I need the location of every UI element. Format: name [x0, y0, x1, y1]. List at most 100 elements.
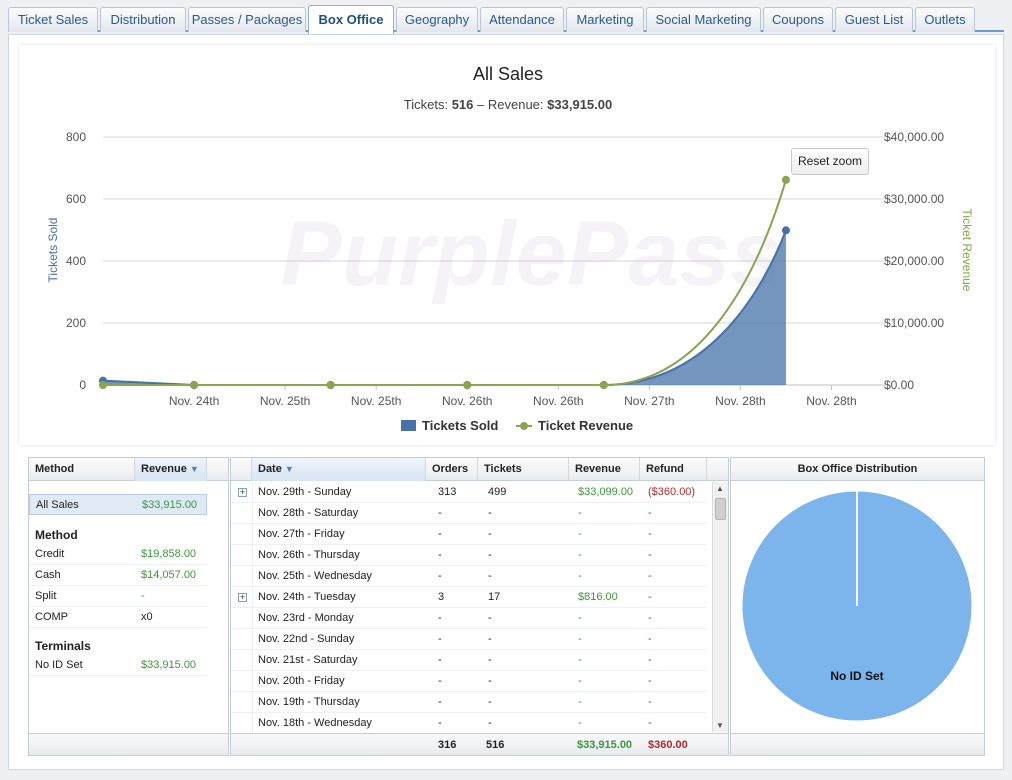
tab-guest-list[interactable]: Guest List — [835, 7, 913, 32]
row-revenue: - — [578, 528, 582, 540]
row-revenue: - — [578, 507, 582, 519]
row-tickets: 499 — [488, 486, 507, 498]
row-date: Nov. 27th - Friday — [258, 528, 345, 540]
table-row[interactable]: Nov. 22nd - Sunday - - - - — [231, 629, 707, 650]
row-revenue: - — [578, 570, 582, 582]
right-tick-label: $10,000.00 — [884, 316, 944, 330]
data-point-ticket-revenue[interactable] — [190, 381, 199, 389]
method-grid: Method Revenue ▼ All Sales $33,915.00 Met… — [28, 457, 229, 756]
terminal-value: $33,915.00 — [141, 659, 197, 671]
row-date: Nov. 19th - Thursday — [258, 696, 360, 708]
date-column-header[interactable]: Date ▼ — [252, 458, 426, 481]
table-row[interactable]: Nov. 27th - Friday - - - - — [231, 524, 707, 545]
method-value: $19,858.00 — [141, 548, 197, 560]
row-date: Nov. 20th - Friday — [258, 675, 345, 687]
row-refund: - — [648, 633, 652, 645]
method-row-split[interactable]: Split - — [29, 586, 207, 607]
row-tickets: - — [488, 654, 492, 666]
total-revenue: $33,915.00 — [577, 739, 633, 751]
method-label: Cash — [35, 569, 61, 581]
row-divider — [252, 524, 253, 544]
method-row-credit[interactable]: Credit $19,858.00 — [29, 544, 207, 565]
tab-marketing[interactable]: Marketing — [566, 7, 644, 32]
row-orders: - — [438, 633, 442, 645]
row-refund: - — [648, 675, 652, 687]
data-point-ticket-revenue[interactable] — [463, 381, 472, 389]
table-row[interactable]: Nov. 25th - Wednesday - - - - — [231, 566, 707, 587]
table-row[interactable]: Nov. 23rd - Monday - - - - — [231, 608, 707, 629]
x-tick-label: Nov. 25th — [260, 394, 310, 408]
row-date: Nov. 28th - Saturday — [258, 507, 359, 519]
data-point-ticket-revenue[interactable] — [99, 381, 107, 389]
legend-item-tickets-sold[interactable]: Tickets Sold — [401, 418, 498, 433]
method-label: Split — [35, 590, 57, 602]
reset-zoom-button[interactable]: Reset zoom — [791, 148, 869, 175]
tab-distribution[interactable]: Distribution — [100, 7, 186, 32]
scroll-down-icon[interactable]: ▼ — [716, 721, 724, 730]
x-tick-label: Nov. 24th — [169, 394, 219, 408]
data-point-ticket-revenue[interactable] — [599, 381, 608, 389]
table-row[interactable]: Nov. 28th - Saturday - - - - — [231, 503, 707, 524]
tab-outlets[interactable]: Outlets — [915, 7, 975, 32]
expand-row-icon[interactable]: + — [238, 488, 247, 497]
row-orders: - — [438, 675, 442, 687]
chart-subtitle: Tickets: 516 – Revenue: $33,915.00 — [404, 97, 612, 112]
method-column-header[interactable]: Method — [29, 458, 135, 481]
legend-item-ticket-revenue[interactable]: Ticket Revenue — [516, 418, 633, 433]
terminal-row[interactable]: No ID Set $33,915.00 — [29, 655, 207, 676]
tab-attendance[interactable]: Attendance — [480, 7, 564, 32]
left-tick-label: 800 — [66, 130, 86, 144]
table-row[interactable]: Nov. 20th - Friday - - - - — [231, 671, 707, 692]
row-revenue: - — [578, 696, 582, 708]
left-axis-label: Tickets Sold — [46, 218, 60, 283]
distribution-header: Box Office Distribution — [731, 458, 984, 481]
data-point-tickets-sold[interactable] — [781, 226, 790, 235]
revenue-column-header[interactable]: Revenue ▼ — [135, 458, 207, 481]
row-refund: - — [648, 549, 652, 561]
tab-geography[interactable]: Geography — [396, 7, 478, 32]
method-row-comp[interactable]: COMP x0 — [29, 607, 207, 628]
method-value: - — [141, 590, 145, 602]
right-tick-label: $30,000.00 — [884, 192, 944, 206]
method-row-cash[interactable]: Cash $14,057.00 — [29, 565, 207, 586]
tab-social-marketing[interactable]: Social Marketing — [646, 7, 761, 32]
row-refund: - — [648, 507, 652, 519]
row-tickets: - — [488, 612, 492, 624]
x-tick-label: Nov. 28th — [806, 394, 856, 408]
table-row[interactable]: Nov. 21st - Saturday - - - - — [231, 650, 707, 671]
tab-ticket-sales[interactable]: Ticket Sales — [8, 7, 98, 32]
row-revenue: - — [578, 717, 582, 729]
data-point-ticket-revenue[interactable] — [781, 175, 790, 184]
revenue-column-label: Revenue — [141, 463, 187, 475]
scrollbar-thumb[interactable] — [715, 498, 726, 520]
tab-coupons[interactable]: Coupons — [763, 7, 833, 32]
x-tick-label: Nov. 25th — [351, 394, 401, 408]
revenue-column-header[interactable]: Revenue — [569, 458, 640, 481]
total-orders: 316 — [438, 739, 457, 751]
refund-column-header[interactable]: Refund — [640, 458, 707, 481]
row-tickets: - — [488, 633, 492, 645]
tickets-column-header[interactable]: Tickets — [478, 458, 569, 481]
row-refund: - — [648, 591, 652, 603]
tab-passes-packages[interactable]: Passes / Packages — [188, 7, 306, 32]
data-point-ticket-revenue[interactable] — [326, 381, 335, 389]
table-row[interactable]: + Nov. 24th - Tuesday 3 17 $816.00 - — [231, 587, 707, 608]
scroll-up-icon[interactable]: ▲ — [716, 484, 724, 493]
method-value: $14,057.00 — [141, 569, 197, 581]
orders-column-header[interactable]: Orders — [426, 458, 478, 481]
table-row[interactable]: + Nov. 29th - Sunday 313 499 $33,099.00 ($360… — [231, 482, 707, 503]
distribution-pie[interactable]: No ID Set — [731, 482, 984, 732]
daily-grid-footer: 316 516 $33,915.00 $360.00 — [231, 733, 728, 755]
table-row[interactable]: Nov. 19th - Thursday - - - - — [231, 692, 707, 713]
tab-box-office[interactable]: Box Office — [308, 5, 394, 34]
expand-row-icon[interactable]: + — [238, 593, 247, 602]
table-row[interactable]: Nov. 18th - Wednesday - - - - — [231, 713, 707, 734]
date-column-label: Date — [258, 463, 282, 475]
table-row[interactable]: Nov. 26th - Thursday - - - - — [231, 545, 707, 566]
all-sales-row[interactable]: All Sales $33,915.00 — [29, 494, 207, 515]
sales-chart-card: PurplePass All Sales Tickets: 516 – Reve… — [19, 45, 995, 445]
sales-chart[interactable]: PurplePass All Sales Tickets: 516 – Reve… — [19, 45, 995, 445]
daily-grid-scrollbar[interactable]: ▲ ▼ — [712, 482, 728, 732]
row-divider — [252, 503, 253, 523]
left-tick-label: 600 — [66, 192, 86, 206]
